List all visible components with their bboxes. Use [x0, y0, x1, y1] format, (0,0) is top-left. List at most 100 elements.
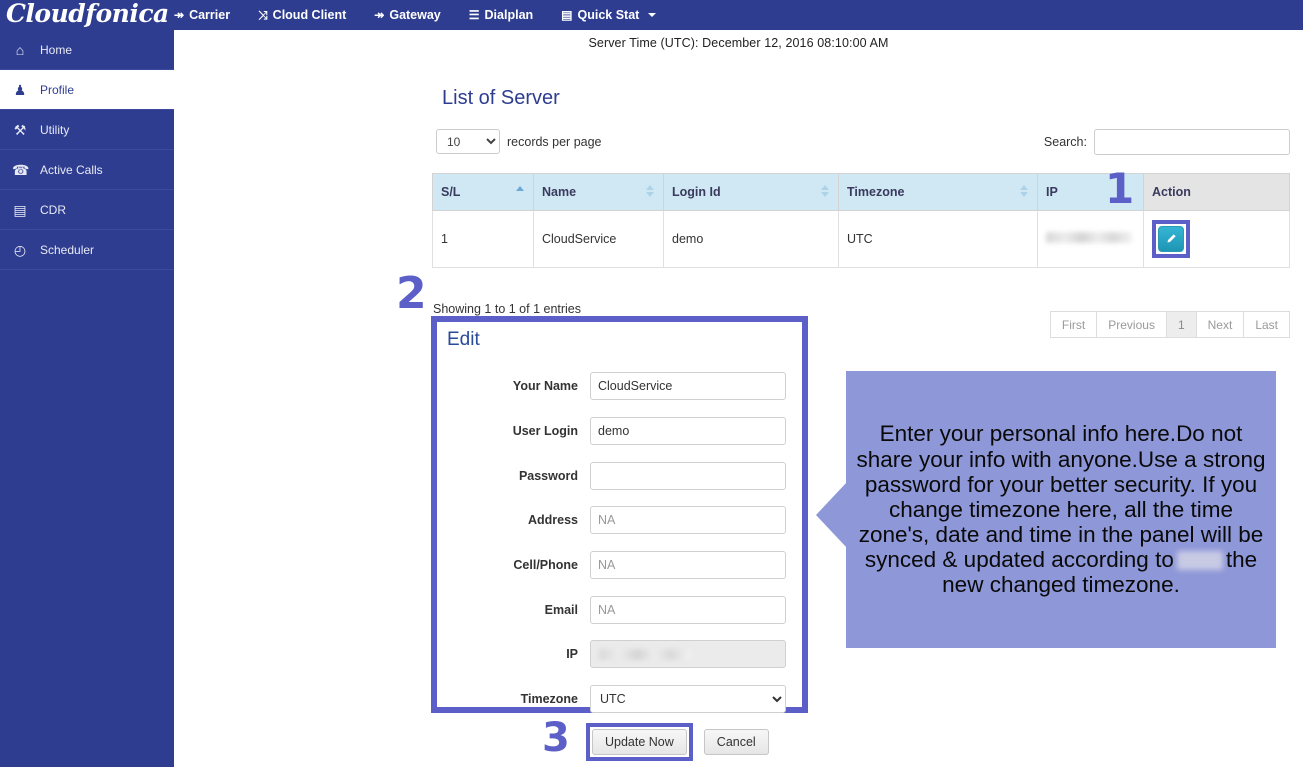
column-label: IP: [1046, 185, 1058, 199]
field-row-cell-phone: Cell/Phone: [437, 550, 802, 580]
cell-ip: [1037, 210, 1144, 268]
pencil-icon: [1167, 234, 1176, 243]
address-field[interactable]: [590, 506, 786, 534]
nav-item-gateway[interactable]: ↠ Gateway: [360, 0, 454, 30]
sidebar-item-label: Home: [40, 42, 73, 57]
form-action-buttons: Update Now Cancel: [586, 723, 769, 761]
sidebar-item-home[interactable]: ⌂ Home: [0, 30, 174, 70]
nav-item-cloud-client[interactable]: ⤨ Cloud Client: [244, 0, 360, 30]
field-row-email: Email: [437, 595, 802, 625]
your-name-field[interactable]: [590, 372, 786, 400]
top-nav-items: ↠ Carrier ⤨ Cloud Client ↠ Gateway ☰ Dia…: [160, 0, 670, 30]
password-field[interactable]: [590, 462, 786, 490]
callout-text-before: Enter your personal info here.Do not sha…: [856, 421, 1266, 573]
search-control: Search:: [1044, 129, 1290, 155]
sidebar: ⌂ Home ♟ Profile ⚒ Utility ☎ Active Call…: [0, 30, 174, 767]
user-login-field[interactable]: [590, 417, 786, 445]
sidebar-item-label: Active Calls: [40, 162, 103, 177]
table-info-text: Showing 1 to 1 of 1 entries: [433, 302, 582, 316]
sidebar-item-cdr[interactable]: ▤ CDR: [0, 190, 174, 230]
email-field[interactable]: [590, 596, 786, 624]
nav-label: Gateway: [389, 8, 441, 22]
list-icon: ☰: [468, 8, 480, 22]
cell-phone-field[interactable]: [590, 551, 786, 579]
sidebar-item-profile[interactable]: ♟ Profile: [0, 70, 174, 110]
home-icon: ⌂: [15, 41, 25, 58]
sidebar-item-label: Scheduler: [40, 242, 95, 257]
column-header-timezone[interactable]: Timezone: [838, 173, 1038, 211]
nav-item-carrier[interactable]: ↠ Carrier: [160, 0, 244, 30]
sidebar-item-label: Profile: [40, 82, 75, 97]
page-length-select[interactable]: 10: [436, 129, 500, 154]
edit-form-heading: Edit: [447, 329, 480, 350]
field-row-address: Address: [437, 505, 802, 535]
server-time-text: Server Time (UTC): December 12, 2016 08:…: [588, 36, 889, 50]
column-label: Login Id: [672, 185, 721, 199]
callout-text: Enter your personal info here.Do not sha…: [846, 421, 1276, 597]
redacted-word: [1176, 551, 1223, 571]
pagination-last[interactable]: Last: [1243, 311, 1290, 338]
user-icon: ♟: [13, 81, 27, 98]
redacted-ip-value: [599, 649, 691, 660]
cell-action: [1143, 210, 1290, 268]
edit-row-button[interactable]: [1158, 226, 1184, 252]
column-label: Action: [1152, 185, 1191, 199]
sidebar-item-scheduler[interactable]: ◴ Scheduler: [0, 230, 174, 270]
field-label: User Login: [512, 424, 578, 438]
table-body: 1 CloudService demo UTC: [432, 210, 1290, 268]
book-icon: ▤: [13, 201, 27, 218]
nav-item-dialplan[interactable]: ☰ Dialplan: [455, 0, 547, 30]
nav-item-quick-stat[interactable]: ▤ Quick Stat: [547, 0, 670, 30]
sort-icon: [1020, 185, 1028, 197]
sort-ascending-icon: [516, 186, 524, 191]
nav-label: Quick Stat: [577, 8, 640, 22]
column-header-action: Action: [1143, 173, 1290, 211]
table-head: S/L Name Login Id Timezone IP Action: [432, 173, 1290, 211]
pagination-previous[interactable]: Previous: [1096, 311, 1166, 338]
search-input[interactable]: [1094, 129, 1290, 155]
field-row-user-login: User Login: [437, 416, 802, 446]
page-length-control: 10 records per page: [436, 129, 602, 154]
pagination-next[interactable]: Next: [1195, 311, 1244, 338]
cell-timezone: UTC: [838, 210, 1038, 268]
wrench-icon: ⚒: [13, 121, 27, 138]
update-now-button[interactable]: Update Now: [592, 729, 687, 755]
timezone-select[interactable]: UTC: [590, 685, 786, 713]
sidebar-item-label: Utility: [40, 122, 70, 137]
pagination: First Previous 1 Next Last: [1049, 311, 1290, 338]
step-marker-2: 2: [396, 268, 427, 319]
column-header-name[interactable]: Name: [533, 173, 664, 211]
highlight-box: [1152, 220, 1190, 258]
sidebar-item-utility[interactable]: ⚒ Utility: [0, 110, 174, 150]
field-row-timezone: Timezone UTC: [437, 684, 802, 714]
callout-box: Enter your personal info here.Do not sha…: [846, 371, 1276, 648]
top-navbar: Cloudfonica ↠ Carrier ⤨ Cloud Client ↠ G…: [0, 0, 1303, 30]
field-label: Password: [518, 469, 578, 483]
column-header-sl[interactable]: S/L: [432, 173, 534, 211]
server-table: S/L Name Login Id Timezone IP Action 1 C…: [432, 173, 1290, 268]
field-label: Email: [544, 603, 578, 617]
pagination-first[interactable]: First: [1049, 311, 1097, 338]
table-header-row: S/L Name Login Id Timezone IP Action: [432, 173, 1290, 211]
cancel-button[interactable]: Cancel: [703, 729, 769, 755]
field-label: Address: [527, 513, 578, 527]
book-icon: ▤: [561, 8, 573, 22]
step-marker-1: 1: [1105, 164, 1135, 213]
step-marker-3: 3: [542, 715, 570, 761]
field-label: Cell/Phone: [513, 558, 578, 572]
nav-label: Cloud Client: [272, 8, 347, 22]
clock-icon: ◴: [13, 241, 27, 258]
forward-icon: ↠: [174, 8, 185, 22]
field-label: IP: [566, 647, 578, 661]
field-label: Timezone: [520, 692, 578, 706]
sidebar-item-active-calls[interactable]: ☎ Active Calls: [0, 150, 174, 190]
brand-logo[interactable]: Cloudfonica: [6, 0, 169, 28]
column-label: S/L: [441, 185, 461, 199]
pagination-page-1[interactable]: 1: [1165, 311, 1196, 338]
table-row: 1 CloudService demo UTC: [432, 210, 1290, 268]
edit-button-highlight: [1152, 220, 1190, 258]
column-header-login-id[interactable]: Login Id: [663, 173, 839, 211]
sort-icon: [646, 185, 654, 197]
page-title: List of Server: [442, 87, 560, 109]
field-row-your-name: Your Name: [437, 371, 802, 401]
